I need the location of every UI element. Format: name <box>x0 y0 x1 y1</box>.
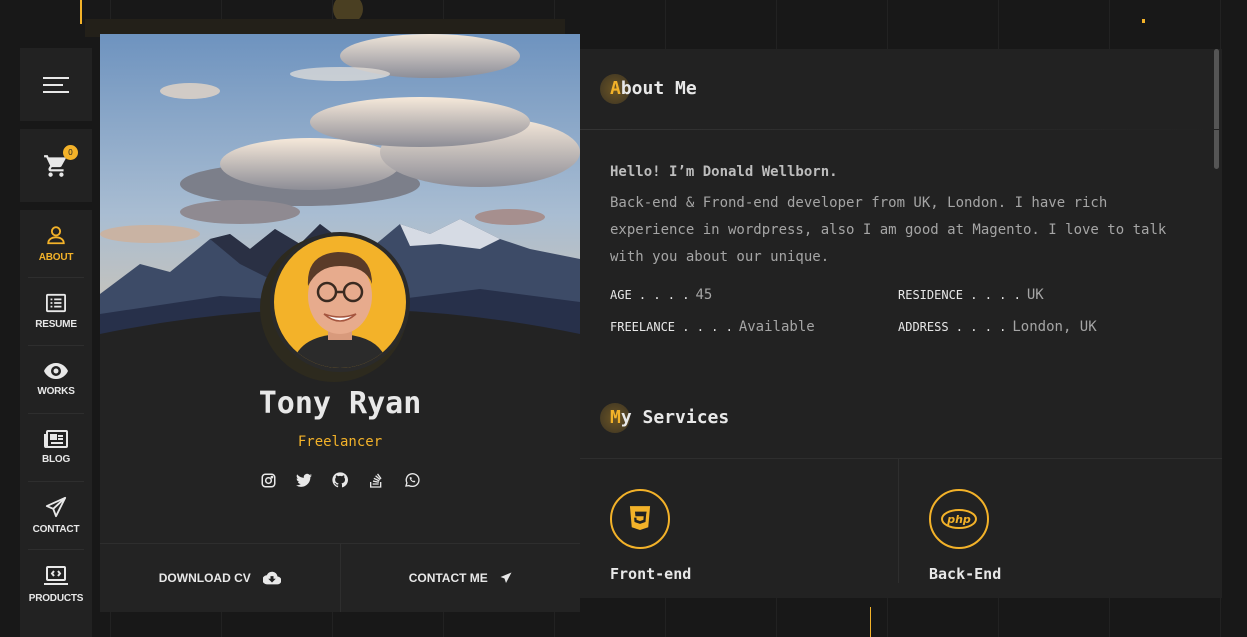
eye-icon <box>44 363 68 379</box>
download-cv-button[interactable]: DOWNLOAD CV <box>100 544 340 612</box>
nav-item-products[interactable]: PRODUCTS <box>28 550 84 618</box>
html5-icon <box>610 489 670 549</box>
github-icon[interactable] <box>332 472 348 488</box>
nav-item-contact[interactable]: CONTACT <box>28 482 84 550</box>
social-links <box>100 472 580 488</box>
info-freelance: FREELANCE . . . . Available <box>610 319 815 335</box>
profile-name: Tony Ryan <box>258 386 422 421</box>
about-bio: Back-end & Frond-end developer from UK, … <box>610 195 1167 265</box>
stackoverflow-icon[interactable] <box>368 472 384 488</box>
php-icon: php <box>929 489 989 549</box>
sidebar-nav: ABOUT RESUME WORKS BLOG CONTACT PRODUCTS <box>20 210 92 637</box>
service-backend: php Back-End <box>898 459 1216 583</box>
info-age: AGE . . . . 45 <box>610 287 713 303</box>
services-title: My Services <box>600 403 729 433</box>
avatar <box>270 232 410 372</box>
nav-item-works[interactable]: WORKS <box>28 346 84 414</box>
cart-count-badge: 0 <box>63 144 78 160</box>
svg-text:php: php <box>946 513 971 526</box>
nav-label: ABOUT <box>38 252 74 263</box>
menu-button[interactable] <box>20 48 92 121</box>
nav-item-about[interactable]: ABOUT <box>28 210 84 278</box>
about-title: About Me <box>600 74 697 104</box>
section-divider <box>580 129 1222 130</box>
user-icon <box>47 226 65 245</box>
nav-item-resume[interactable]: RESUME <box>28 278 84 346</box>
scrollbar[interactable] <box>1214 49 1219 169</box>
download-cv-label: DOWNLOAD CV <box>158 571 251 585</box>
hamburger-icon <box>43 72 69 98</box>
newspaper-icon <box>44 430 68 448</box>
nav-label: WORKS <box>37 386 75 397</box>
resume-icon <box>46 293 66 313</box>
services-list: Front-end php Back-End <box>580 458 1222 598</box>
instagram-icon[interactable] <box>260 472 276 488</box>
send-icon <box>500 572 512 583</box>
info-residence: RESIDENCE . . . . UK <box>898 287 1044 303</box>
decor-dot <box>1142 19 1145 23</box>
card-actions: DOWNLOAD CV CONTACT ME <box>100 543 580 612</box>
nav-label: CONTACT <box>32 524 80 535</box>
profile-role: Freelancer <box>297 434 383 450</box>
profile-card: Tony Ryan Freelancer DOWNLOAD CV CONTACT… <box>100 34 580 612</box>
service-title: Back-End <box>929 565 1002 583</box>
paper-plane-icon <box>45 496 67 518</box>
cart-button[interactable]: 0 <box>20 129 92 202</box>
contact-me-label: CONTACT ME <box>408 571 488 585</box>
decor-line <box>80 0 82 24</box>
service-title: Front-end <box>610 565 692 583</box>
about-greeting: Hello! I’m Donald Wellborn. <box>610 164 838 180</box>
service-frontend: Front-end <box>580 459 898 598</box>
contact-me-button[interactable]: CONTACT ME <box>339 544 581 612</box>
twitter-icon[interactable] <box>296 472 312 488</box>
nav-item-blog[interactable]: BLOG <box>28 414 84 482</box>
laptop-code-icon <box>44 565 68 585</box>
nav-label: BLOG <box>41 454 71 465</box>
cloud-download-icon <box>262 571 281 585</box>
info-address: ADDRESS . . . . London, UK <box>898 319 1097 335</box>
whatsapp-icon[interactable] <box>404 472 420 488</box>
nav-label: PRODUCTS <box>28 592 84 604</box>
content-panel: About Me Hello! I’m Donald Wellborn. Bac… <box>580 49 1222 598</box>
nav-label: RESUME <box>35 319 77 330</box>
decor-line <box>870 607 871 637</box>
